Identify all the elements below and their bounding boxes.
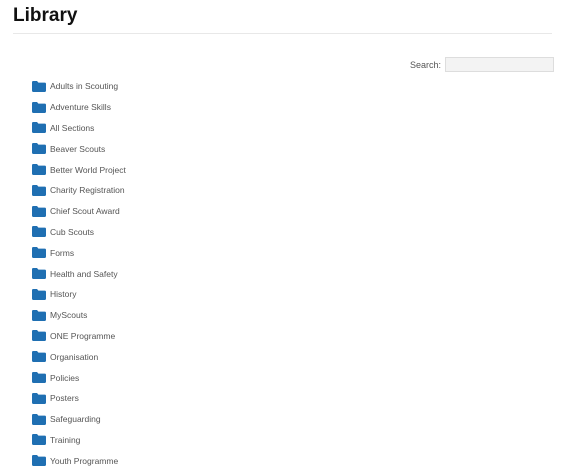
- folder-icon: [32, 268, 46, 280]
- title-divider: [13, 33, 552, 34]
- folder-icon: [32, 143, 46, 155]
- search-bar: Search:: [410, 57, 554, 72]
- folder-label: Safeguarding: [50, 414, 101, 425]
- folder-label: Cub Scouts: [50, 226, 94, 237]
- folder-item[interactable]: Charity Registration: [32, 180, 126, 201]
- folder-item[interactable]: Adults in Scouting: [32, 76, 126, 97]
- page-title: Library: [13, 5, 78, 26]
- folder-label: Beaver Scouts: [50, 143, 106, 154]
- folder-icon: [32, 164, 46, 176]
- folder-label: Forms: [50, 247, 75, 258]
- folder-label: Better World Project: [50, 164, 126, 175]
- folder-label: ONE Programme: [50, 330, 116, 341]
- folder-icon: [32, 455, 46, 467]
- folder-item[interactable]: Training: [32, 430, 126, 451]
- folder-label: All Sections: [50, 122, 95, 133]
- folder-icon: [32, 80, 46, 92]
- folder-label: Chief Scout Award: [50, 206, 120, 217]
- folder-label: Adventure Skills: [50, 102, 111, 113]
- folder-label: History: [50, 289, 77, 300]
- search-label: Search:: [409, 59, 441, 70]
- folder-icon: [32, 372, 46, 384]
- folder-label: Adults in Scouting: [50, 81, 119, 92]
- folder-item[interactable]: Health and Safety: [32, 263, 126, 284]
- folder-item[interactable]: Forms: [32, 242, 126, 263]
- folder-icon: [32, 288, 46, 300]
- folder-item[interactable]: ONE Programme: [32, 326, 126, 347]
- folder-label: Health and Safety: [50, 268, 118, 279]
- folder-label: MyScouts: [50, 310, 88, 321]
- folder-icon: [32, 413, 46, 425]
- folder-label: Posters: [50, 393, 79, 404]
- folder-item[interactable]: Organisation: [32, 346, 126, 367]
- folder-icon: [32, 101, 46, 113]
- folder-list: Adults in Scouting Adventure Skills All …: [32, 76, 126, 471]
- folder-label: Charity Registration: [50, 185, 125, 196]
- folder-item[interactable]: Chief Scout Award: [32, 201, 126, 222]
- folder-icon: [32, 309, 46, 321]
- folder-item[interactable]: Safeguarding: [32, 409, 126, 430]
- folder-icon: [32, 184, 46, 196]
- folder-label: Policies: [50, 372, 80, 383]
- folder-item[interactable]: MyScouts: [32, 305, 126, 326]
- folder-icon: [32, 392, 46, 404]
- folder-item[interactable]: Youth Programme: [32, 450, 126, 471]
- folder-icon: [32, 247, 46, 259]
- folder-label: Training: [50, 434, 81, 445]
- folder-label: Organisation: [50, 351, 99, 362]
- folder-icon: [32, 330, 46, 342]
- folder-icon: [32, 226, 46, 238]
- folder-icon: [32, 434, 46, 446]
- folder-item[interactable]: Policies: [32, 367, 126, 388]
- folder-item[interactable]: All Sections: [32, 118, 126, 139]
- folder-icon: [32, 122, 46, 134]
- search-input[interactable]: [445, 57, 554, 72]
- folder-item[interactable]: Adventure Skills: [32, 97, 126, 118]
- folder-item[interactable]: Better World Project: [32, 159, 126, 180]
- folder-item[interactable]: Posters: [32, 388, 126, 409]
- folder-icon: [32, 205, 46, 217]
- folder-icon: [32, 351, 46, 363]
- folder-item[interactable]: Beaver Scouts: [32, 138, 126, 159]
- folder-item[interactable]: Cub Scouts: [32, 222, 126, 243]
- folder-item[interactable]: History: [32, 284, 126, 305]
- folder-label: Youth Programme: [50, 455, 119, 466]
